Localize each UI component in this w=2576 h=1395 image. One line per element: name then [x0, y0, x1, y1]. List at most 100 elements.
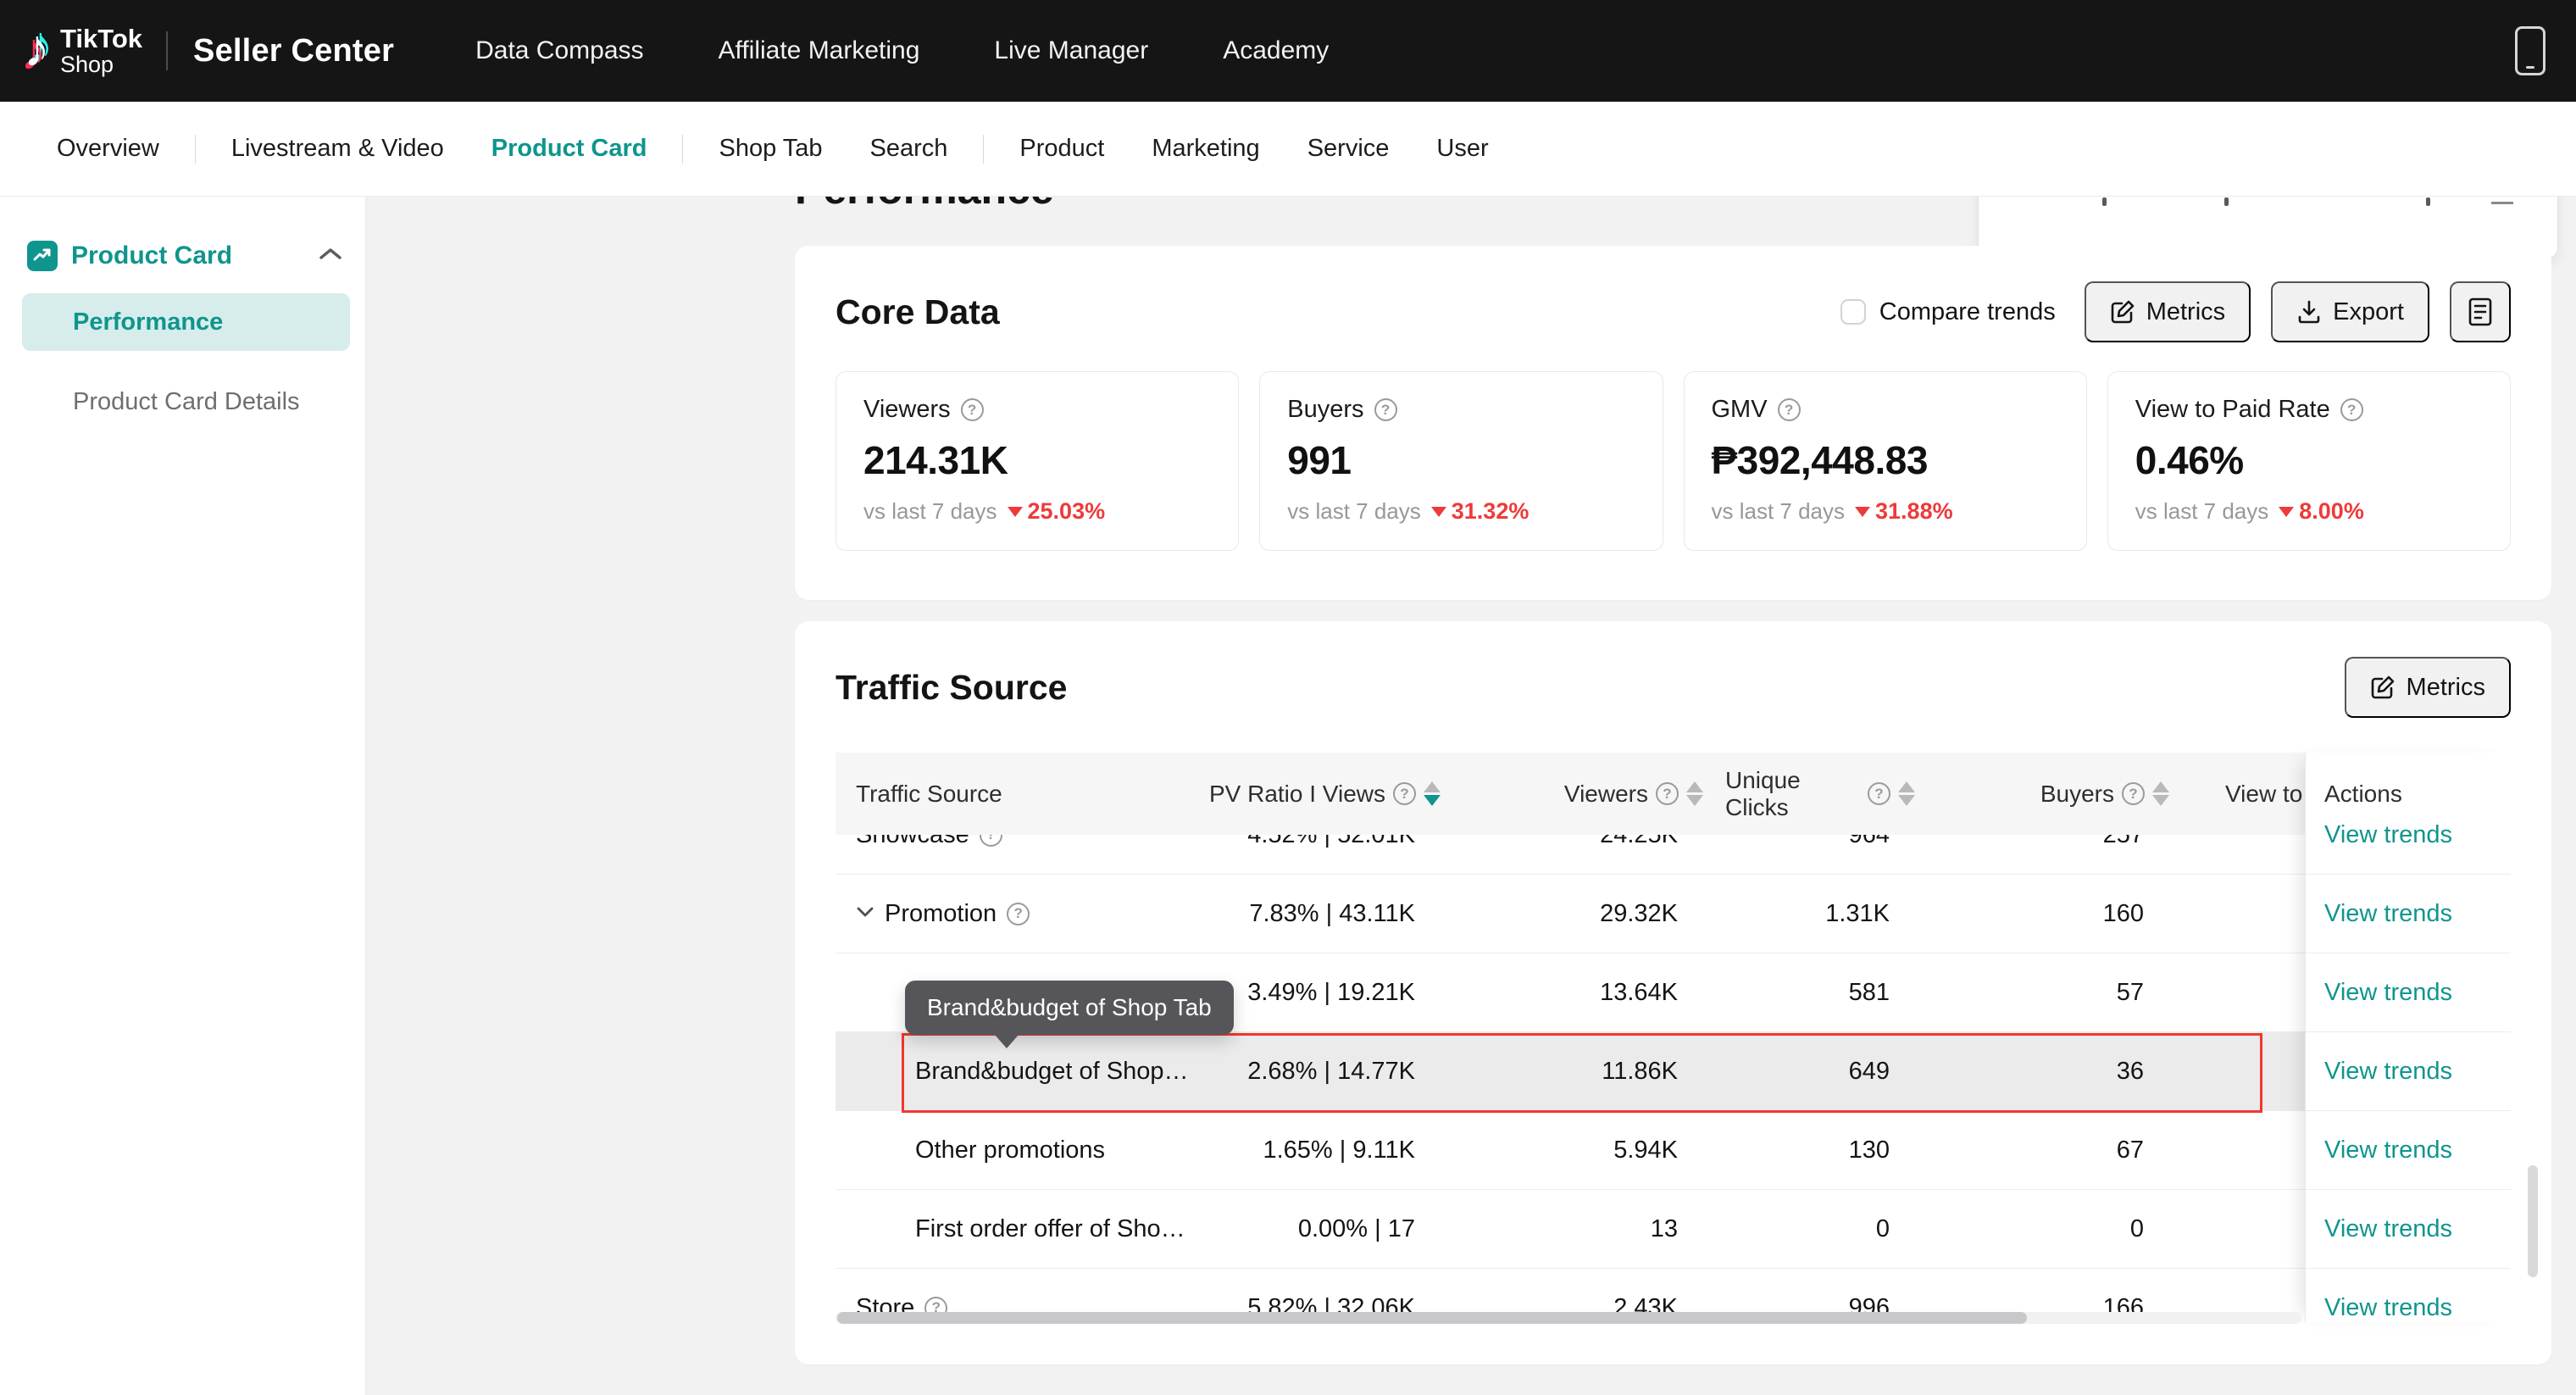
table-row-showcase[interactable]: Showcase? 4.52% | 52.01K 24.25K 964 257 [836, 835, 2511, 875]
date-text-fragment [2224, 197, 2229, 206]
help-icon[interactable]: ? [980, 835, 1002, 847]
tab-separator [682, 135, 683, 164]
table-row-first-order-offer[interactable]: First order offer of Sho… 0.00% | 17 13 … [836, 1190, 2511, 1269]
vertical-scrollbar-thumb[interactable] [2528, 1165, 2538, 1277]
sidebar-item-performance[interactable]: Performance [22, 293, 350, 351]
compare-trends-checkbox[interactable] [1840, 299, 1866, 325]
topnav-academy[interactable]: Academy [1223, 36, 1329, 65]
tab-overview[interactable]: Overview [33, 135, 183, 163]
help-icon[interactable]: ? [1393, 782, 1416, 805]
top-app-bar: ♪ TikTok Shop Seller Center Data Compass… [0, 0, 2576, 102]
date-text-fragment [2426, 197, 2430, 206]
sort-control[interactable] [2152, 781, 2169, 806]
view-trends-link[interactable]: View trends [2324, 1137, 2452, 1164]
view-trends-link[interactable]: View trends [2324, 1058, 2452, 1086]
table-row-brand-budget-shop[interactable]: Brand&budget of Shop… 2.68% | 14.77K 11.… [836, 1032, 2511, 1111]
edit-square-icon [2370, 675, 2396, 700]
help-icon[interactable]: ? [1374, 398, 1397, 421]
tab-product[interactable]: Product [996, 135, 1128, 163]
sort-control[interactable] [1898, 781, 1915, 806]
traffic-table: Traffic Source PV Ratio I Views ? Viewer… [836, 753, 2511, 1322]
tab-separator [195, 135, 196, 164]
traffic-metrics-button[interactable]: Metrics [2345, 657, 2511, 718]
horizontal-scrollbar-thumb[interactable] [837, 1312, 2027, 1324]
sidebar-item-product-card-details[interactable]: Product Card Details [22, 373, 350, 431]
mobile-app-icon[interactable] [2515, 26, 2545, 75]
calendar-icon [2491, 197, 2513, 209]
view-trends-link[interactable]: View trends [2324, 979, 2452, 1007]
chevron-down-icon[interactable] [856, 906, 874, 922]
help-icon[interactable]: ? [1656, 782, 1679, 805]
tab-search[interactable]: Search [847, 135, 972, 163]
export-button[interactable]: Export [2271, 281, 2429, 342]
metric-card-view-to-paid-rate: View to Paid Rate? 0.46% vs last 7 days … [2107, 371, 2511, 551]
data-compass-tabs: Overview Livestream & Video Product Card… [0, 102, 2576, 197]
metric-card-gmv: GMV? ₱392,448.83 vs last 7 days 31.88% [1684, 371, 2087, 551]
tab-separator [983, 135, 984, 164]
topnav-affiliate-marketing[interactable]: Affiliate Marketing [719, 36, 920, 65]
tab-shop-tab[interactable]: Shop Tab [695, 135, 846, 163]
col-pv-ratio-views[interactable]: PV Ratio I Views ? [1208, 781, 1463, 808]
row-tooltip: Brand&budget of Shop Tab [905, 981, 1234, 1035]
help-icon[interactable]: ? [961, 398, 984, 421]
down-arrow-icon [1855, 507, 1870, 517]
tab-livestream-video[interactable]: Livestream & Video [208, 135, 468, 163]
sort-control[interactable] [1424, 781, 1441, 806]
horizontal-scrollbar[interactable] [836, 1312, 2301, 1324]
core-metrics: Viewers? 214.31K vs last 7 days 25.03% B… [836, 371, 2511, 551]
tiktok-shop-logo[interactable]: ♪ TikTok Shop [24, 25, 142, 77]
brand-tiktok: TikTok [60, 25, 142, 53]
tab-service[interactable]: Service [1284, 135, 1413, 163]
topbar-divider [166, 31, 168, 70]
table-body: Showcase? 4.52% | 52.01K 24.25K 964 257 … [836, 835, 2511, 1322]
tab-marketing[interactable]: Marketing [1128, 135, 1283, 163]
col-buyers[interactable]: Buyers ? [1937, 781, 2191, 808]
metric-card-viewers: Viewers? 214.31K vs last 7 days 25.03% [836, 371, 1239, 551]
help-icon[interactable]: ? [1007, 903, 1030, 925]
buyers-value: 991 [1287, 437, 1635, 483]
traffic-source-card: Traffic Source Metrics Traffic Source PV… [795, 621, 2551, 1364]
seller-center-page: ♪ TikTok Shop Seller Center Data Compass… [0, 0, 2576, 1395]
table-header-row: Traffic Source PV Ratio I Views ? Viewer… [836, 753, 2511, 835]
traffic-source-title: Traffic Source [836, 668, 1067, 708]
product-card-chart-icon [27, 241, 58, 271]
app-title: Seller Center [193, 33, 394, 69]
view-trends-link[interactable]: View trends [2324, 821, 2452, 849]
gmv-value: ₱392,448.83 [1712, 437, 2059, 483]
core-data-card: Core Data Compare trends Metrics Export [795, 246, 2551, 600]
table-row-promotion[interactable]: Promotion ? 7.83% | 43.11K 29.32K 1.31K … [836, 875, 2511, 953]
sidebar-section-label: Product Card [71, 242, 304, 270]
top-nav: Data Compass Affiliate Marketing Live Ma… [475, 36, 1329, 65]
download-icon [2296, 299, 2322, 325]
help-icon[interactable]: ? [2340, 398, 2363, 421]
help-icon[interactable]: ? [1868, 782, 1890, 805]
col-traffic-source[interactable]: Traffic Source [836, 781, 1208, 808]
view-trends-link[interactable]: View trends [2324, 1294, 2452, 1322]
table-row-other-promotions[interactable]: Other promotions 1.65% | 9.11K 5.94K 130… [836, 1111, 2511, 1190]
tab-product-card[interactable]: Product Card [468, 135, 671, 163]
core-data-title: Core Data [836, 292, 1000, 332]
date-text-fragment [2102, 197, 2107, 206]
sidebar: Product Card Performance Product Card De… [0, 197, 366, 1395]
view-trends-link[interactable]: View trends [2324, 900, 2452, 928]
compare-trends-toggle[interactable]: Compare trends [1840, 298, 2056, 326]
col-viewers[interactable]: Viewers ? [1463, 781, 1725, 808]
report-button[interactable] [2450, 281, 2511, 342]
topnav-data-compass[interactable]: Data Compass [475, 36, 643, 65]
metrics-button[interactable]: Metrics [2085, 281, 2251, 342]
chevron-up-icon[interactable] [318, 247, 343, 266]
help-icon[interactable]: ? [1778, 398, 1801, 421]
page-title: Performance [795, 197, 1054, 214]
metric-card-buyers: Buyers? 991 vs last 7 days 31.32% [1259, 371, 1663, 551]
view-to-paid-rate-value: 0.46% [2135, 437, 2483, 483]
sidebar-section-product-card[interactable]: Product Card [22, 241, 355, 271]
tiktok-note-icon: ♪ [24, 23, 50, 75]
view-trends-link[interactable]: View trends [2324, 1215, 2452, 1243]
report-icon [2468, 297, 2493, 326]
topnav-live-manager[interactable]: Live Manager [994, 36, 1148, 65]
help-icon[interactable]: ? [2122, 782, 2145, 805]
sort-control[interactable] [1686, 781, 1703, 806]
col-unique-clicks[interactable]: Unique Clicks ? [1725, 767, 1937, 821]
tab-user[interactable]: User [1413, 135, 1512, 163]
viewers-value: 214.31K [863, 437, 1211, 483]
